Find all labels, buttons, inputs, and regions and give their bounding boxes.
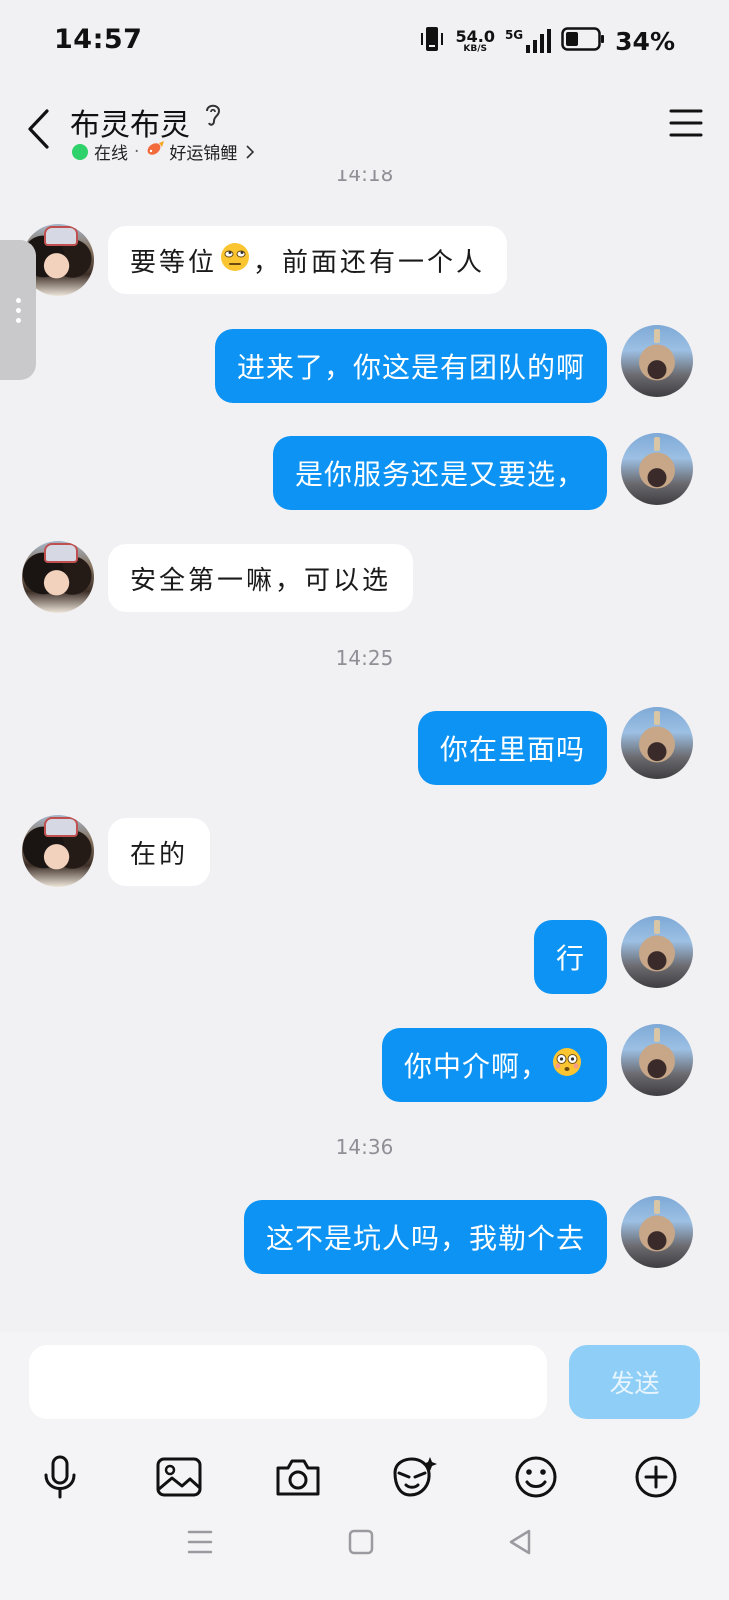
camera-icon	[276, 1459, 320, 1496]
menu-button[interactable]	[669, 108, 703, 142]
chat-screen: 14:57 54.0 KB/S 5G 34% 布灵布灵 在线 · 好运锦鲤 14…	[0, 0, 729, 1600]
online-label: 在线	[94, 144, 128, 164]
chat-header: 布灵布灵 在线 · 好运锦鲤	[0, 84, 729, 170]
carp-icon	[145, 139, 165, 164]
contact-avatar[interactable]	[22, 541, 94, 613]
signal-5g-icon: 5G	[505, 28, 552, 54]
image-icon	[156, 1457, 202, 1497]
contact-status: 在线 · 好运锦鲤	[72, 139, 257, 164]
incoming-message[interactable]: 在的	[108, 818, 211, 886]
back-arrow-icon	[28, 109, 49, 149]
user-avatar[interactable]	[621, 1024, 693, 1096]
system-nav-bar	[0, 1500, 729, 1600]
outgoing-message[interactable]: 是你服务还是又要选，	[272, 436, 607, 510]
user-avatar[interactable]	[621, 1196, 693, 1268]
message-list[interactable]: 14:18 要等位 ，前面还有一个人 进来了，你这是有团队的啊 是你服务还是又要…	[0, 170, 729, 1332]
timestamp: 14:18	[335, 170, 394, 186]
user-avatar[interactable]	[621, 916, 693, 988]
contact-name[interactable]: 布灵布灵	[70, 100, 190, 144]
status-icons: 54.0 KB/S 5G 34%	[419, 24, 675, 58]
incoming-message[interactable]: 安全第一嘛，可以选	[108, 544, 414, 612]
online-indicator	[72, 143, 88, 160]
home-square-icon	[348, 1529, 374, 1555]
side-floating-tab[interactable]	[0, 240, 36, 380]
contact-avatar[interactable]	[22, 815, 94, 887]
status-bar: 14:57 54.0 KB/S 5G 34%	[0, 0, 729, 84]
battery-icon	[561, 27, 605, 55]
outgoing-message[interactable]: 行	[533, 920, 607, 994]
user-avatar[interactable]	[621, 325, 693, 397]
vibrate-icon	[419, 24, 445, 58]
home-button[interactable]	[341, 1522, 381, 1562]
recents-icon	[187, 1530, 213, 1554]
back-triangle-icon	[509, 1529, 531, 1555]
user-avatar[interactable]	[621, 707, 693, 779]
outgoing-message[interactable]: 进来了，你这是有团队的啊	[214, 329, 607, 403]
timestamp: 14:36	[335, 1135, 394, 1159]
timestamp: 14:25	[335, 646, 394, 670]
plus-icon	[635, 1456, 677, 1498]
battery-percent: 34%	[615, 26, 675, 56]
separator: ·	[134, 141, 140, 162]
outgoing-message[interactable]: 你中介啊，	[381, 1028, 607, 1102]
user-avatar[interactable]	[621, 433, 693, 505]
net-speed: 54.0 KB/S	[455, 26, 495, 54]
outgoing-message[interactable]: 你在里面吗	[417, 711, 607, 785]
chevron-right-icon[interactable]	[243, 144, 257, 160]
ear-icon[interactable]	[203, 101, 223, 133]
sticker-icon	[393, 1457, 437, 1497]
back-button[interactable]	[18, 104, 58, 154]
microphone-icon	[44, 1455, 76, 1499]
eye-roll-emoji-icon	[219, 241, 251, 280]
message-input[interactable]	[29, 1345, 547, 1419]
clock: 14:57	[54, 24, 143, 55]
send-button[interactable]: 发送	[569, 1345, 700, 1419]
menu-icon	[669, 109, 703, 137]
incoming-message[interactable]: 要等位 ，前面还有一个人	[108, 226, 508, 294]
outgoing-message[interactable]: 这不是坑人吗，我勒个去	[243, 1200, 607, 1274]
emoji-icon	[515, 1456, 557, 1498]
status-tag[interactable]: 好运锦鲤	[169, 139, 237, 164]
recents-button[interactable]	[180, 1522, 220, 1562]
back-nav-button[interactable]	[500, 1522, 540, 1562]
flushed-emoji-icon	[551, 1046, 583, 1085]
